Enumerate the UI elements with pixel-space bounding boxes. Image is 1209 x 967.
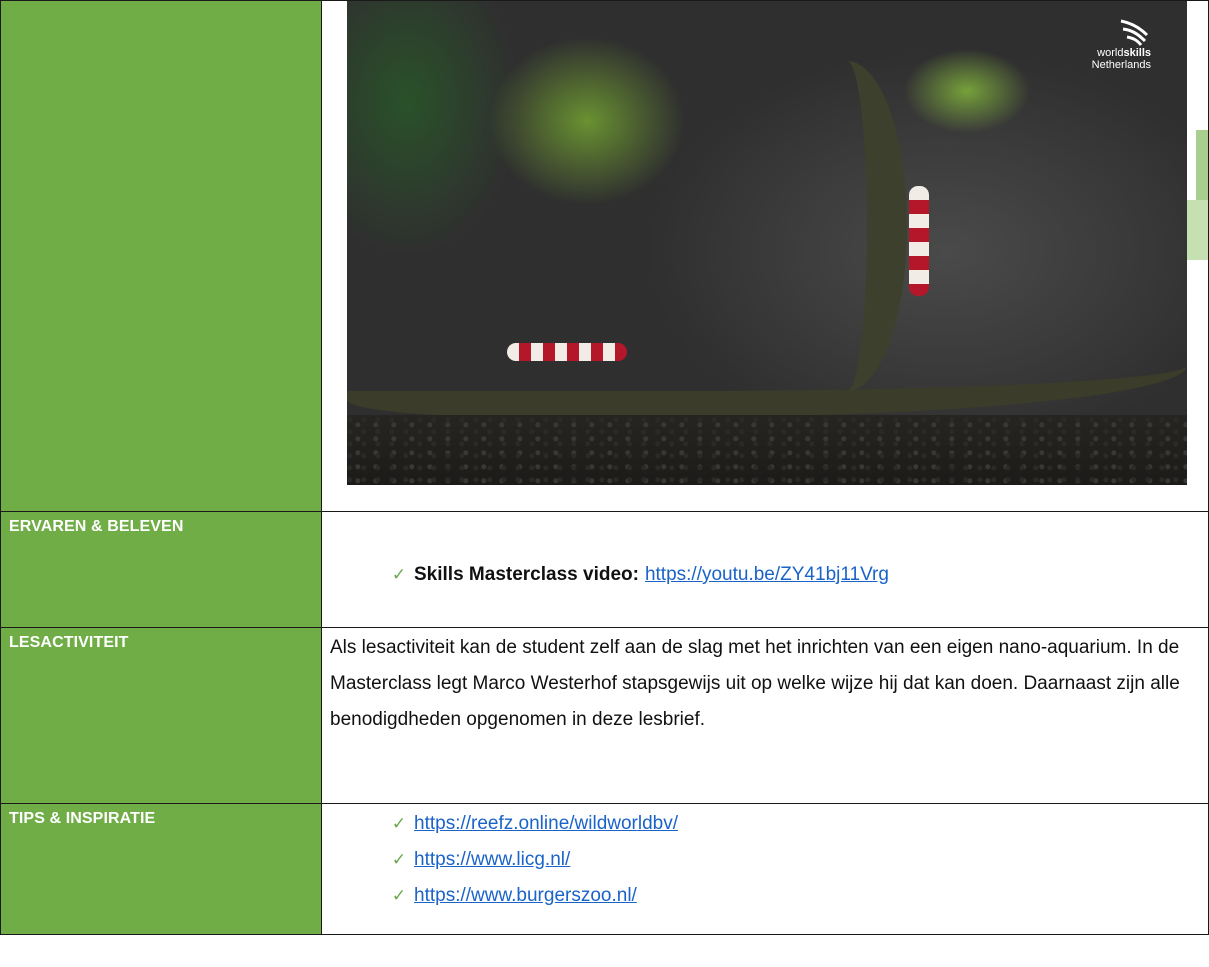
masterclass-video-link[interactable]: https://youtu.be/ZY41bj11Vrg (645, 564, 889, 586)
gravel (347, 415, 1187, 485)
ervaren-label-cell: ERVAREN & BELEVEN (0, 511, 322, 628)
checkmark-icon: ✓ (391, 814, 407, 833)
tips-link-list: ✓ https://reefz.online/wildworldbv/ ✓ ht… (322, 804, 1208, 914)
ervaren-row: ERVAREN & BELEVEN ✓ Skills Masterclass v… (0, 511, 1209, 628)
logo-text-netherlands: Netherlands (1091, 59, 1151, 71)
lesactiviteit-content-cell: Als lesactiviteit kan de student zelf aa… (321, 627, 1209, 804)
list-item: ✓ Skills Masterclass video: https://yout… (322, 512, 1208, 586)
shrimp (909, 186, 929, 296)
driftwood (347, 331, 1187, 417)
tips-label: TIPS & INSPIRATIE (9, 810, 156, 827)
tips-label-cell: TIPS & INSPIRATIE (0, 803, 322, 935)
masterclass-video-label: Skills Masterclass video: (414, 564, 639, 585)
tip-link-licg[interactable]: https://www.licg.nl/ (414, 849, 570, 871)
shrimp (507, 343, 627, 361)
image-row: worldskills Netherlands (0, 0, 1209, 512)
image-row-label-cell (0, 0, 322, 512)
worldskills-logo: worldskills Netherlands (1081, 17, 1151, 71)
lesactiviteit-label-cell: LESACTIVITEIT (0, 627, 322, 804)
lesactiviteit-label: LESACTIVITEIT (9, 634, 129, 651)
tips-row: TIPS & INSPIRATIE ✓ https://reefz.online… (0, 803, 1209, 935)
image-row-content-cell: worldskills Netherlands (321, 0, 1209, 512)
tip-link-burgerszoo[interactable]: https://www.burgerszoo.nl/ (414, 885, 637, 907)
list-item: ✓ https://www.licg.nl/ (384, 842, 1208, 878)
worldskills-swirl-logo-icon (1120, 19, 1149, 46)
checkmark-icon: ✓ (391, 565, 407, 584)
aquarium-photo: worldskills Netherlands (347, 1, 1187, 485)
tip-link-reefz[interactable]: https://reefz.online/wildworldbv/ (414, 813, 678, 835)
ervaren-content-cell: ✓ Skills Masterclass video: https://yout… (321, 511, 1209, 628)
list-item: ✓ https://www.burgerszoo.nl/ (384, 878, 1208, 914)
logo-text-world: world (1097, 47, 1124, 59)
ervaren-label: ERVAREN & BELEVEN (9, 518, 184, 535)
driftwood-branch (787, 61, 907, 391)
lesbrief-table: worldskills Netherlands ERVAREN & BELEVE… (0, 0, 1209, 935)
lesactiviteit-text: Als lesactiviteit kan de student zelf aa… (330, 637, 1180, 730)
lesactiviteit-row: LESACTIVITEIT Als lesactiviteit kan de s… (0, 627, 1209, 804)
checkmark-icon: ✓ (391, 886, 407, 905)
tips-content-cell: ✓ https://reefz.online/wildworldbv/ ✓ ht… (321, 803, 1209, 935)
list-item: ✓ https://reefz.online/wildworldbv/ (384, 806, 1208, 842)
logo-text-skills: skills (1123, 47, 1151, 59)
checkmark-icon: ✓ (391, 850, 407, 869)
